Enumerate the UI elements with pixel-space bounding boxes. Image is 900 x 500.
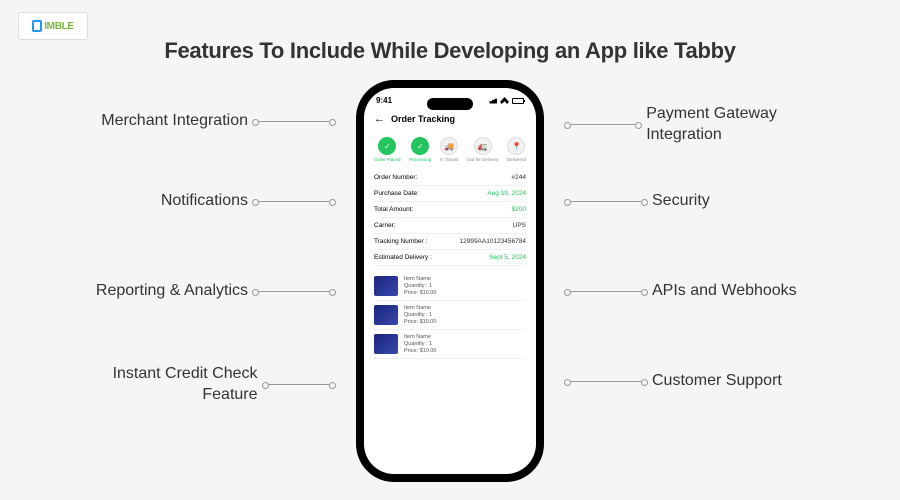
detail-label: Tracking Number : [374, 238, 427, 245]
feature-reporting-analytics: Reporting & Analytics [80, 282, 340, 300]
step-processing: ✓ Processing [409, 137, 431, 162]
status-time: 9:41 [376, 96, 392, 105]
screen-title: Order Tracking [391, 114, 455, 124]
detail-row: Estimated Delivery : Sept 5, 2024 [374, 250, 526, 266]
diagram-container: Merchant Integration Notifications Repor… [0, 64, 900, 494]
connector-line [258, 291, 330, 292]
detail-row: Carrier: UPS [374, 218, 526, 234]
detail-value: 12999AA10123456784 [459, 238, 526, 245]
detail-value: UPS [513, 222, 526, 229]
item-price: Price: $10.00 [404, 319, 436, 325]
feature-security: Security [560, 192, 840, 210]
feature-label: APIs and Webhooks [652, 282, 797, 300]
detail-value: Sept 5, 2024 [489, 254, 526, 261]
step-delivered: 📍 Delivered [507, 137, 526, 162]
detail-row: Total Amount: $200 [374, 202, 526, 218]
pin-icon: 📍 [507, 137, 525, 155]
product-image [374, 276, 398, 296]
feature-label: Reporting & Analytics [96, 282, 248, 300]
feature-label: Security [652, 192, 710, 210]
wifi-icon [500, 97, 509, 104]
detail-label: Order Number: [374, 174, 417, 181]
feature-label: Merchant Integration [101, 112, 248, 130]
detail-label: Total Amount: [374, 206, 413, 213]
app-header: ← Order Tracking [364, 109, 536, 129]
check-icon: ✓ [378, 137, 396, 155]
step-order-placed: ✓ Order Placed [374, 137, 401, 162]
feature-label: Customer Support [652, 372, 782, 390]
signal-icon [487, 98, 497, 104]
detail-value: #244 [512, 174, 526, 181]
tracking-steps: ✓ Order Placed ✓ Processing 🚚 In Transit 🚛 O… [364, 129, 536, 164]
item-name: Item Name [404, 305, 436, 311]
step-label: In Transit [440, 157, 459, 162]
item-name: Item Name [404, 334, 436, 340]
detail-row: Tracking Number : 12999AA10123456784 [374, 234, 526, 250]
item-qty: Quantity : 1 [404, 312, 436, 318]
detail-value: $200 [512, 206, 526, 213]
connector-line [570, 124, 636, 125]
feature-label: Notifications [161, 192, 248, 210]
feature-payment-gateway: Payment Gateway Integration [560, 104, 840, 146]
logo-text: IMBLE [44, 21, 74, 32]
item-price: Price: $10.00 [404, 290, 436, 296]
list-item: Item NameQuantity : 1Price: $10.00 [374, 330, 526, 359]
detail-value: Aug 19, 2024 [487, 190, 526, 197]
product-image [374, 334, 398, 354]
detail-label: Carrier: [374, 222, 396, 229]
list-item: Item NameQuantity : 1Price: $10.00 [374, 272, 526, 301]
item-price: Price: $10.00 [404, 348, 436, 354]
step-label: Delivered [507, 157, 526, 162]
phone-screen: 9:41 ← Order Tracking ✓ Order Placed ✓ Pro… [364, 88, 536, 474]
back-icon[interactable]: ← [374, 113, 385, 125]
connector-line [570, 201, 642, 202]
truck-icon: 🚚 [440, 137, 458, 155]
page-title: Features To Include While Developing an … [0, 0, 900, 64]
step-label: Out for Delivery [467, 157, 498, 162]
feature-apis-webhooks: APIs and Webhooks [560, 282, 840, 300]
detail-label: Purchase Date: [374, 190, 419, 197]
step-out-for-delivery: 🚛 Out for Delivery [467, 137, 498, 162]
product-image [374, 305, 398, 325]
feature-merchant-integration: Merchant Integration [80, 112, 340, 130]
list-item: Item NameQuantity : 1Price: $10.00 [374, 301, 526, 330]
connector-line [570, 381, 642, 382]
feature-notifications: Notifications [80, 192, 340, 210]
status-icons [487, 97, 524, 104]
order-items: Item NameQuantity : 1Price: $10.00 Item … [364, 272, 536, 359]
feature-instant-credit-check: Instant Credit Check Feature [80, 364, 340, 406]
phone-notch [427, 98, 473, 110]
feature-customer-support: Customer Support [560, 372, 840, 390]
step-in-transit: 🚚 In Transit [440, 137, 459, 162]
detail-row: Order Number: #244 [374, 170, 526, 186]
detail-row: Purchase Date: Aug 19, 2024 [374, 186, 526, 202]
step-label: Order Placed [374, 157, 401, 162]
battery-icon [512, 98, 524, 104]
feature-label: Payment Gateway Integration [646, 104, 840, 146]
delivery-icon: 🚛 [474, 137, 492, 155]
item-qty: Quantity : 1 [404, 283, 436, 289]
order-details: Order Number: #244 Purchase Date: Aug 19, … [364, 164, 536, 272]
feature-label: Instant Credit Check Feature [80, 364, 258, 406]
item-name: Item Name [404, 276, 436, 282]
connector-line [268, 384, 330, 385]
logo-icon [32, 20, 42, 32]
detail-label: Estimated Delivery : [374, 254, 432, 261]
connector-line [570, 291, 642, 292]
brand-logo: IMBLE [18, 12, 88, 40]
connector-line [258, 201, 330, 202]
connector-line [258, 121, 330, 122]
phone-mockup: 9:41 ← Order Tracking ✓ Order Placed ✓ Pro… [356, 80, 544, 482]
check-icon: ✓ [411, 137, 429, 155]
step-label: Processing [409, 157, 431, 162]
item-qty: Quantity : 1 [404, 341, 436, 347]
